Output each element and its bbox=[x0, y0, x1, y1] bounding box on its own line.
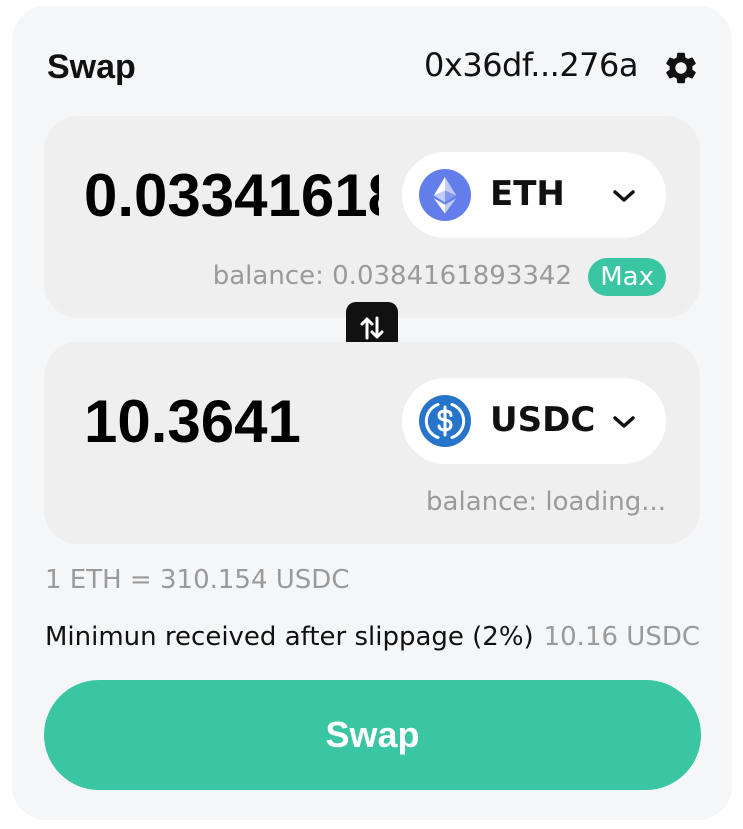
usdc-icon bbox=[419, 395, 471, 447]
max-button[interactable]: Max bbox=[588, 258, 666, 296]
chevron-down-icon bbox=[613, 416, 635, 428]
min-received-label: Minimun received after slippage (2%) bbox=[45, 622, 534, 652]
to-panel: USDC balance: loading... bbox=[44, 342, 700, 544]
to-token-label: USDC bbox=[490, 400, 596, 440]
from-token-select[interactable]: ETH bbox=[402, 152, 666, 238]
from-token-label: ETH bbox=[490, 174, 565, 214]
chevron-down-icon bbox=[613, 190, 635, 202]
from-balance: balance: 0.0384161893342 bbox=[212, 261, 572, 291]
from-amount-input[interactable] bbox=[84, 160, 379, 230]
swap-button[interactable]: Swap bbox=[44, 680, 701, 790]
min-received-value: 10.16 USDC bbox=[543, 622, 700, 652]
exchange-rate: 1 ETH = 310.154 USDC bbox=[45, 565, 350, 595]
page-title: Swap bbox=[47, 48, 136, 86]
gear-icon[interactable] bbox=[662, 49, 700, 87]
eth-icon bbox=[419, 169, 471, 221]
swap-vertical-icon bbox=[360, 316, 384, 340]
wallet-address[interactable]: 0x36df...276a bbox=[424, 46, 638, 84]
from-panel: ETH balance: 0.0384161893342 Max bbox=[44, 116, 700, 318]
swap-card: Swap 0x36df...276a ETH balance: 0.038416… bbox=[12, 6, 732, 820]
to-token-select[interactable]: USDC bbox=[402, 378, 666, 464]
to-amount-input[interactable] bbox=[84, 386, 379, 456]
to-balance: balance: loading... bbox=[426, 487, 666, 517]
